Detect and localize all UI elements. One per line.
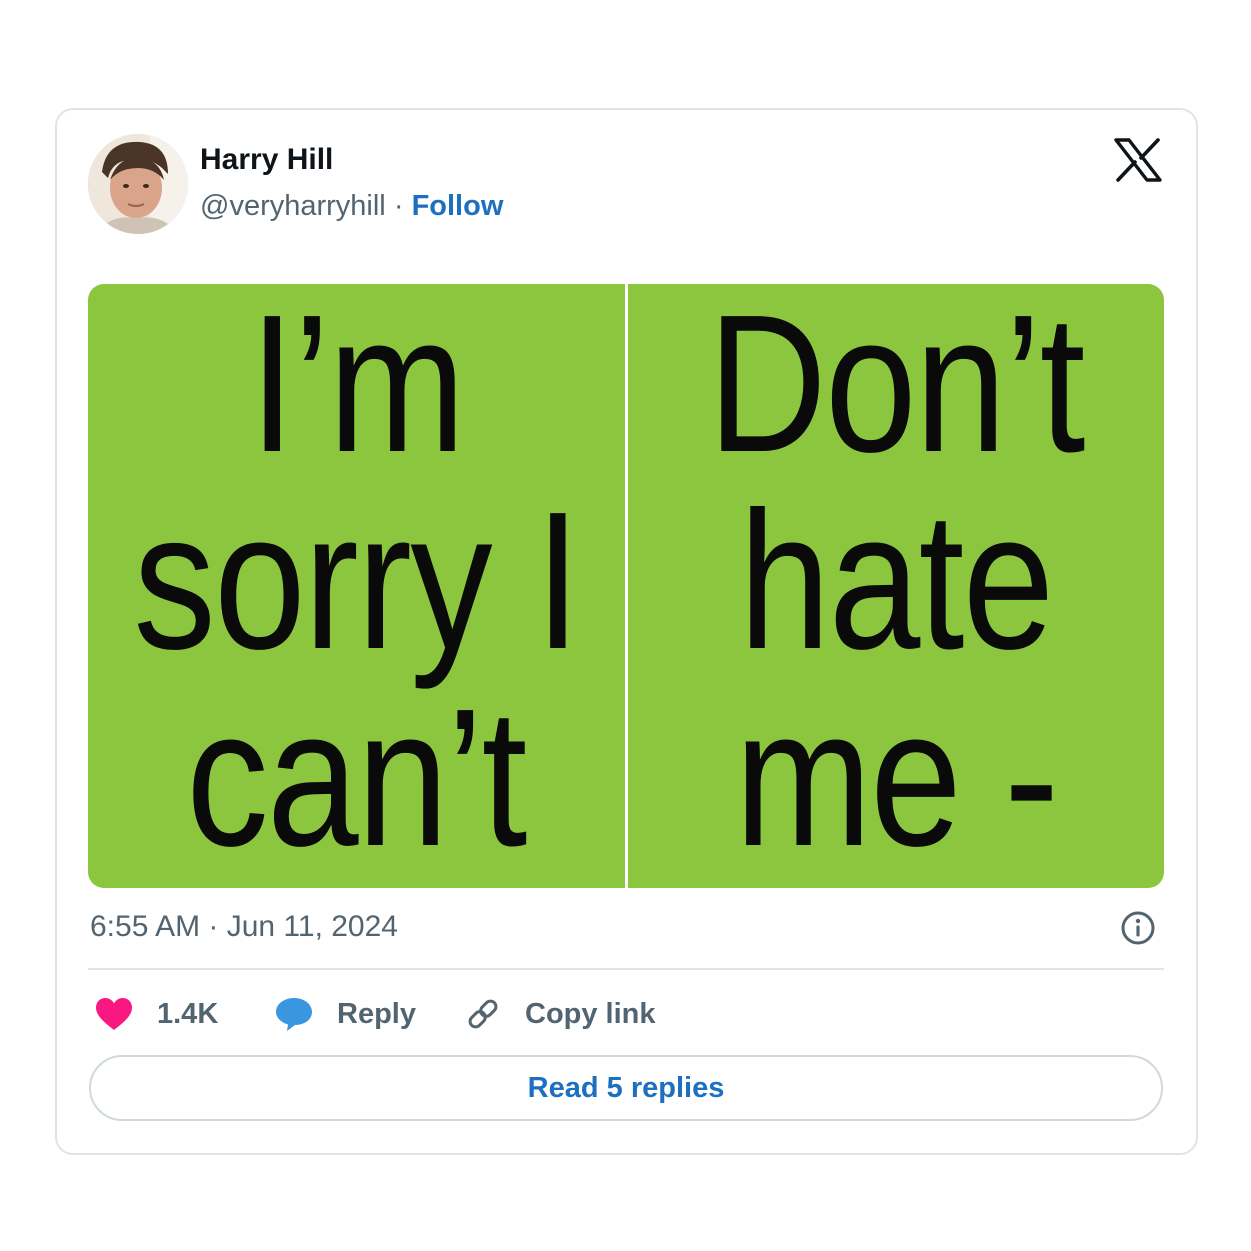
tweet-timestamp[interactable]: 6:55 AM · Jun 11, 2024 xyxy=(90,910,398,944)
media-text-line: sorry I xyxy=(133,471,580,690)
handle-separator: · xyxy=(393,190,404,222)
like-count: 1.4K xyxy=(157,997,219,1030)
copy-link-label: Copy link xyxy=(525,997,656,1030)
info-icon[interactable] xyxy=(1120,910,1156,946)
media-panel-right: Don’t hate me - xyxy=(628,284,1165,888)
speech-bubble-icon xyxy=(276,998,312,1031)
author-name[interactable]: Harry Hill xyxy=(200,143,333,177)
reply-label: Reply xyxy=(337,997,416,1030)
avatar-image xyxy=(88,134,188,234)
tweet-media-image[interactable]: I’m sorry I can’t Don’t hate me - xyxy=(88,284,1164,888)
media-text-line: can’t xyxy=(186,668,528,887)
heart-icon xyxy=(96,998,132,1030)
author-handle[interactable]: @veryharryhill xyxy=(200,190,386,222)
link-icon xyxy=(468,999,498,1029)
media-text-line: Don’t xyxy=(707,284,1086,493)
media-text-line: hate xyxy=(738,471,1054,690)
author-avatar[interactable] xyxy=(88,134,188,234)
read-replies-button[interactable]: Read 5 replies xyxy=(89,1055,1163,1121)
media-text-line: me - xyxy=(734,668,1058,887)
media-text-line: I’m xyxy=(249,284,465,493)
author-handle-row: @veryharryhill · Follow xyxy=(200,190,503,223)
divider-line xyxy=(88,968,1164,970)
x-logo-icon[interactable] xyxy=(1114,138,1162,182)
copy-link-button[interactable]: Copy link xyxy=(465,994,656,1034)
media-panel-left: I’m sorry I can’t xyxy=(88,284,625,888)
reply-button[interactable]: Reply xyxy=(275,994,416,1034)
like-button[interactable]: 1.4K xyxy=(95,994,218,1034)
follow-button[interactable]: Follow xyxy=(412,190,504,222)
